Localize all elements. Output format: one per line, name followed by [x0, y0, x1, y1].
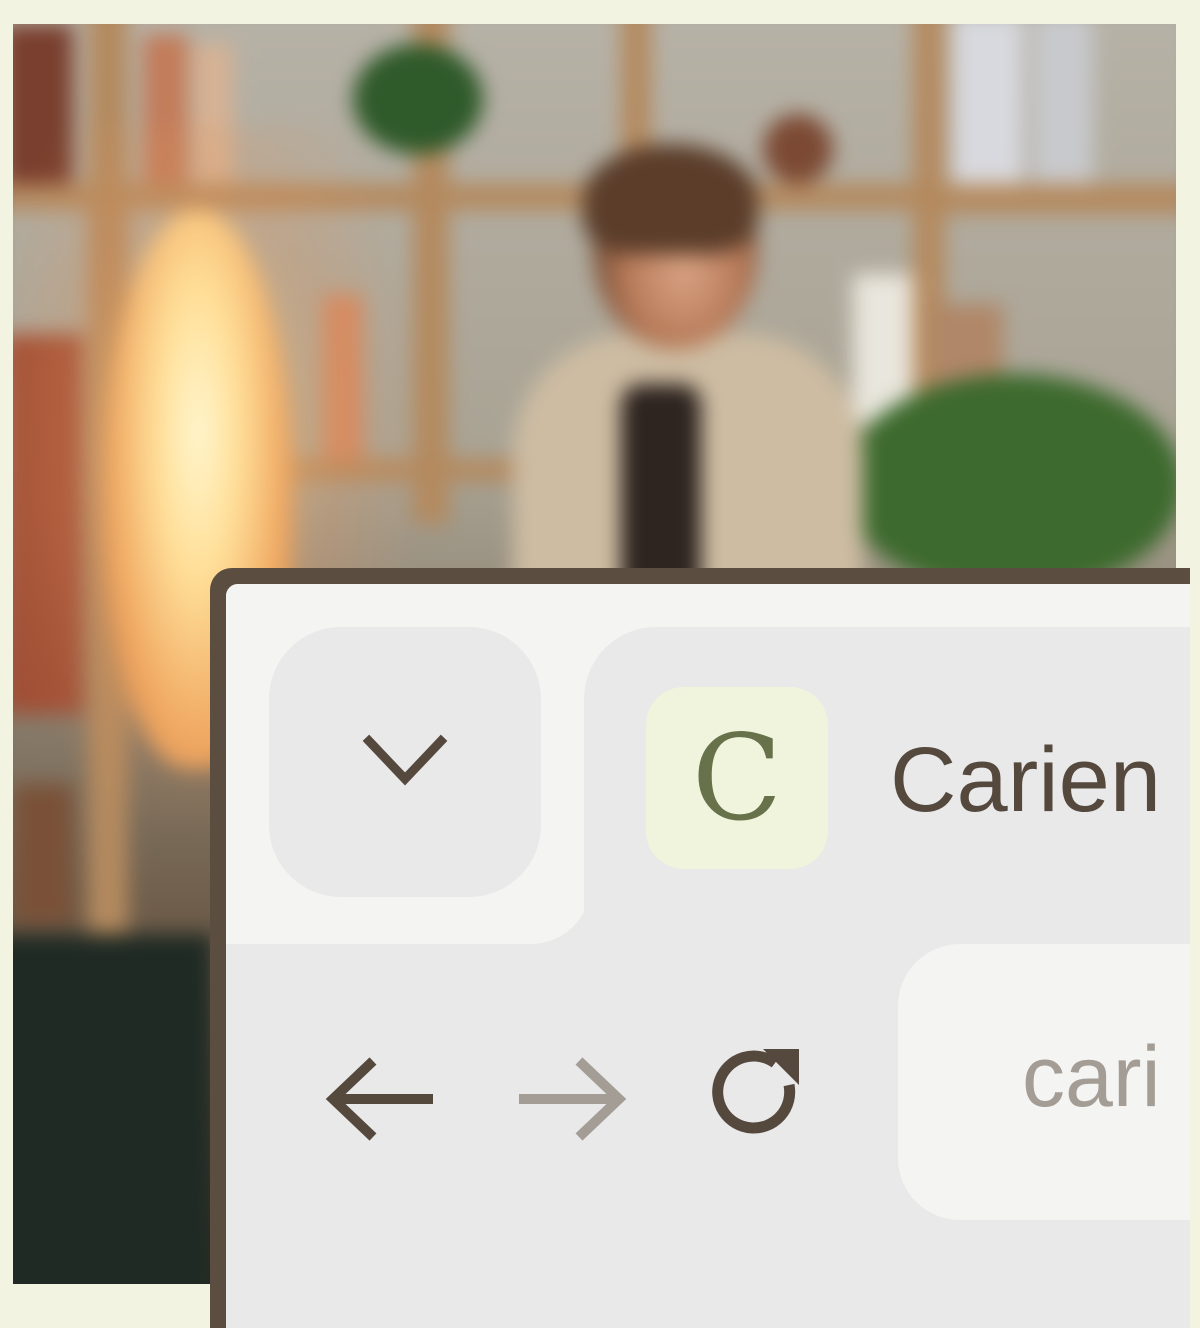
forward-button[interactable]	[506, 1044, 636, 1154]
back-button[interactable]	[316, 1044, 446, 1154]
site-favicon: C	[646, 687, 828, 869]
tab-title: Carien	[890, 729, 1162, 831]
chevron-down-icon	[362, 734, 448, 786]
browser-chrome: C Carien cari	[226, 584, 1190, 1328]
favicon-letter: C	[691, 709, 783, 847]
arrow-left-icon	[325, 1057, 433, 1141]
arrow-right-icon	[519, 1057, 627, 1141]
tab-corner	[521, 874, 591, 944]
browser-window: C Carien cari	[210, 568, 1190, 1328]
tab-list-button[interactable]	[269, 627, 541, 897]
reload-icon	[712, 1049, 799, 1134]
address-input[interactable]: cari	[1022, 1034, 1161, 1120]
reload-button[interactable]	[696, 1034, 816, 1154]
